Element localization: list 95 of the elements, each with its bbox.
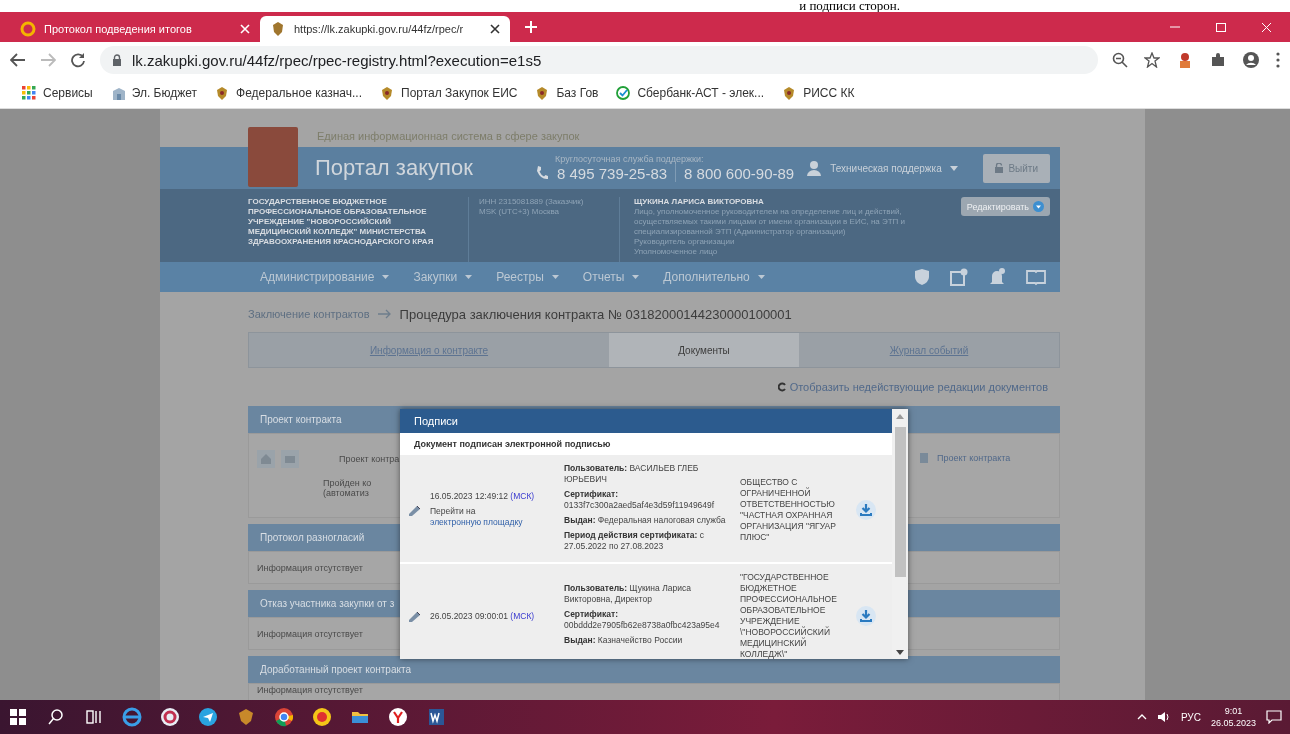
address-bar[interactable]: lk.zakupki.gov.ru/44fz/rpec/rpec-registry.html?execution=e1s5	[100, 46, 1098, 74]
empty-message: Информация отсутствует	[257, 562, 363, 573]
phone-number: 8 800 600-90-89	[684, 164, 795, 182]
signature-date: 16.05.2023 12:49:12 (МСК)	[430, 491, 536, 502]
maximize-icon[interactable]	[1215, 21, 1227, 33]
portal-title: Портал закупок	[315, 155, 474, 181]
menu-icon[interactable]	[1276, 52, 1280, 68]
organization-name: ГОСУДАРСТВЕННОЕ БЮДЖЕТНОЕ	[248, 197, 388, 207]
building-icon	[110, 85, 125, 101]
chevron-up-icon[interactable]	[1136, 714, 1147, 720]
empty-message: Информация отсутствует	[257, 685, 363, 695]
plus-icon[interactable]	[524, 20, 538, 34]
document-icon	[919, 452, 929, 464]
letter-y-icon[interactable]	[388, 707, 408, 727]
bookmark[interactable]: Эл. Бюджет	[110, 85, 198, 101]
bookmark[interactable]: Баз Гов	[535, 85, 599, 101]
content-tab[interactable]: Документы	[609, 333, 799, 367]
zoom-icon[interactable]	[1112, 52, 1128, 68]
document-caption: и подписи сторон.	[799, 0, 900, 12]
profile-icon[interactable]	[1242, 51, 1260, 69]
organization-name: МЕДИЦИНСКИЙ КОЛЛЕДЖ" МИНИСТЕРСТВА	[248, 227, 428, 237]
user-role: Уполномоченное лицо	[634, 247, 719, 257]
pen-icon	[408, 610, 422, 622]
bell-icon[interactable]	[988, 268, 1006, 286]
document-text: Проект контра	[339, 454, 400, 464]
close-icon[interactable]	[490, 24, 500, 34]
emblem-icon	[535, 85, 550, 101]
bookmark[interactable]: Сбербанк-АСТ - элек...	[616, 85, 765, 101]
input-language[interactable]: РУС	[1180, 711, 1201, 723]
bookmark[interactable]: Федеральное казнач...	[215, 85, 362, 101]
letter-e-icon[interactable]	[122, 707, 142, 727]
start-icon[interactable]	[8, 707, 28, 727]
grid-icon	[22, 85, 36, 101]
chrome-logo-icon[interactable]	[274, 707, 294, 727]
signature-field: Период действия сертификата: с 27.05.2022 по 27.08.2023	[564, 530, 734, 552]
dialog-subtitle: Документ подписан электронной подписью	[413, 438, 612, 451]
caret-circle-icon	[1033, 201, 1044, 212]
download-icon[interactable]	[856, 499, 876, 520]
clock[interactable]: 9:01 26.05.2023	[1210, 705, 1256, 729]
back-arrow-icon[interactable]	[10, 53, 26, 67]
caret-icon	[382, 275, 390, 279]
emblem-icon	[270, 21, 286, 37]
search-icon[interactable]	[46, 707, 66, 727]
scrollbar[interactable]	[892, 409, 908, 659]
document-w-icon[interactable]	[426, 707, 446, 727]
caret-icon	[949, 165, 958, 171]
arrow-right-icon	[377, 309, 392, 319]
dialog-title: Подписи	[400, 409, 892, 433]
emblem-icon	[782, 85, 797, 101]
speaker-icon[interactable]	[1156, 711, 1171, 723]
support-menu[interactable]: Техническая поддержка	[806, 160, 958, 176]
check-circle-icon	[616, 85, 631, 101]
support-label: Круглосуточная служба поддержки:	[554, 154, 705, 164]
caret-icon	[551, 275, 559, 279]
signature-field: Сертификат: 0133f7c300a2aed5af4e3d59f11949649f	[564, 489, 734, 511]
bookmark[interactable]: РИСС КК	[782, 85, 855, 101]
phone-number: 8 495 739-25-83	[557, 164, 668, 182]
caret-icon	[465, 275, 473, 279]
lock-icon	[112, 54, 122, 66]
lock-icon	[995, 163, 1004, 173]
round-logo-icon[interactable]	[312, 707, 332, 727]
phone-icon	[535, 165, 549, 181]
signature-field: Пользователь: ВАСИЛЬЕВ ГЛЕБ ЮРЬЕВИЧ	[564, 463, 734, 485]
emblem-icon	[380, 85, 394, 101]
page-heading: Процедура заключения контракта № 03182000144230000100001	[399, 306, 792, 322]
bookmark[interactable]: Портал Закупок ЕИС	[380, 85, 518, 101]
emblem-icon[interactable]	[236, 707, 256, 727]
emblem-icon	[215, 85, 230, 101]
download-icon[interactable]	[856, 606, 876, 626]
task-view-icon[interactable]	[84, 707, 104, 727]
caret-icon	[632, 275, 640, 279]
reload-icon[interactable]	[70, 52, 86, 68]
person-icon	[806, 160, 823, 176]
caret-icon	[757, 275, 765, 279]
shield-icon[interactable]	[914, 268, 930, 286]
notification-icon[interactable]	[1266, 710, 1282, 724]
organization-name: ЗДРАВООХРАНЕНИЯ КРАСНОДАРСКОГО КРАЯ	[248, 237, 435, 247]
document-text: (автоматиз	[323, 488, 369, 498]
user-role: Руководитель организации	[634, 237, 736, 247]
bookmark[interactable]: Сервисы	[22, 85, 93, 101]
browser-tab[interactable]: https://lk.zakupki.gov.ru/44fz/rpec/r	[260, 16, 510, 42]
empty-message: Информация отсутствует	[257, 628, 363, 639]
circle-logo-icon	[20, 21, 36, 37]
organization-name: УЧРЕЖДЕНИЕ "НОВОРОССИЙСКИЙ	[248, 217, 392, 226]
browser-tab[interactable]: Протокол подведения итогов	[10, 16, 260, 42]
refresh-icon	[777, 382, 786, 392]
star-icon[interactable]	[1144, 52, 1160, 68]
document-text: Пройден ко	[323, 478, 372, 488]
paper-plane-icon[interactable]	[198, 707, 218, 727]
scroll-thumb[interactable]	[894, 427, 906, 577]
organization-name: ПРОФЕССИОНАЛЬНОЕ ОБРАЗОВАТЕЛЬНОЕ	[248, 207, 428, 217]
signature-field: Выдан: Федеральная налоговая служба	[564, 515, 734, 526]
pen-icon	[408, 503, 422, 516]
user-name: ЩУКИНА ЛАРИСА ВИКТОРОВНА	[634, 197, 765, 207]
signature-field: Выдан: Казначейство России	[564, 634, 734, 646]
